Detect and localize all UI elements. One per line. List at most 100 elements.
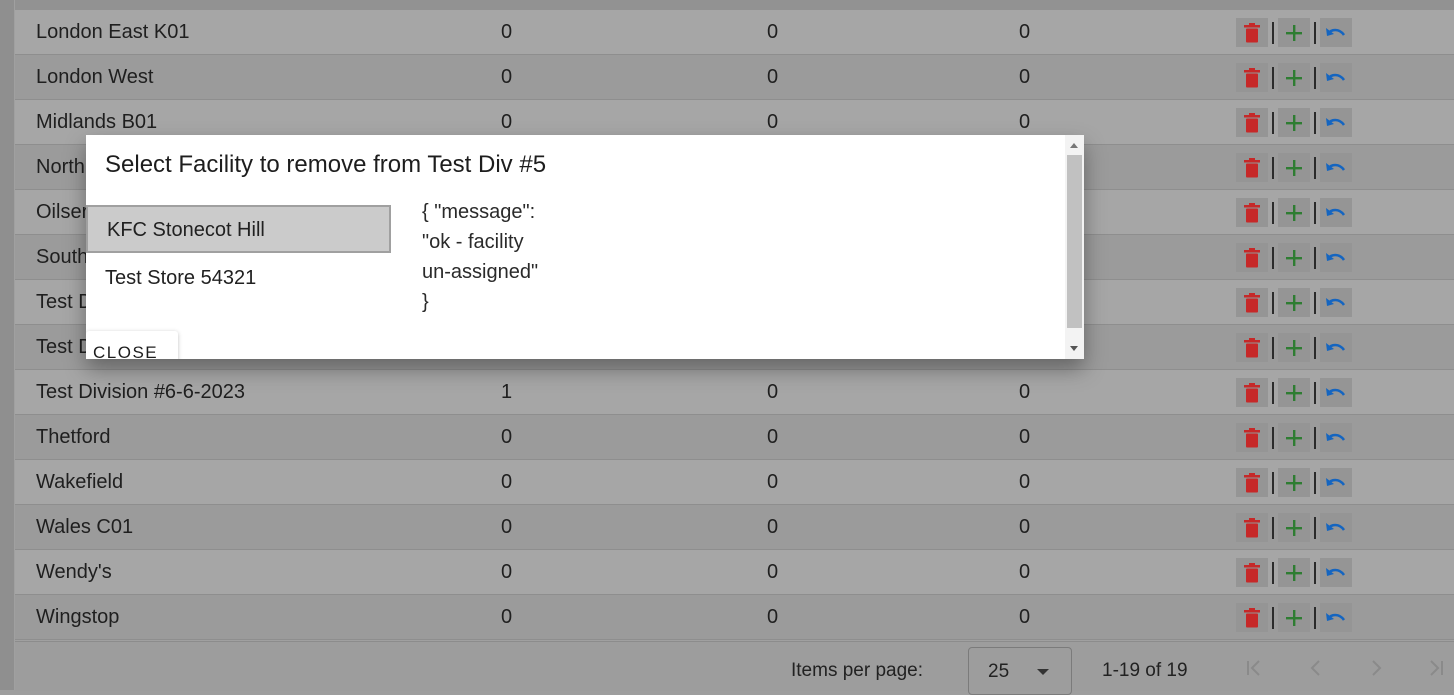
count-cell: 0	[501, 516, 513, 538]
count-cell: 0	[767, 606, 779, 628]
undo-icon	[1326, 612, 1346, 621]
division-name-cell: Wales C01	[36, 516, 134, 538]
table-row: Wales C01 0 0 0	[15, 505, 1454, 550]
plus-icon	[1286, 114, 1302, 131]
add-button[interactable]	[1278, 423, 1310, 452]
trash-icon	[1244, 112, 1260, 132]
scroll-thumb[interactable]	[1067, 155, 1082, 328]
undo-icon	[1326, 297, 1346, 306]
previous-page-icon[interactable]	[1304, 656, 1328, 680]
undo-button[interactable]	[1320, 108, 1352, 137]
undo-button[interactable]	[1320, 513, 1352, 542]
delete-button[interactable]	[1236, 153, 1268, 182]
delete-button[interactable]	[1236, 468, 1268, 497]
undo-button[interactable]	[1320, 288, 1352, 317]
count-cell: 0	[1019, 471, 1031, 493]
delete-button[interactable]	[1236, 423, 1268, 452]
separator	[1272, 246, 1274, 269]
add-button[interactable]	[1278, 288, 1310, 317]
delete-button[interactable]	[1236, 558, 1268, 587]
delete-button[interactable]	[1236, 513, 1268, 542]
add-button[interactable]	[1278, 153, 1310, 182]
separator	[1314, 426, 1316, 449]
undo-button[interactable]	[1320, 243, 1352, 272]
row-actions	[1236, 423, 1352, 452]
facility-option[interactable]: KFC Stonecot Hill	[86, 205, 391, 253]
first-page-icon[interactable]	[1242, 656, 1266, 680]
separator	[1314, 381, 1316, 404]
delete-button[interactable]	[1236, 333, 1268, 362]
trash-icon	[1244, 472, 1260, 492]
scroll-up-arrow-icon[interactable]	[1070, 143, 1078, 148]
row-actions	[1236, 333, 1352, 362]
undo-button[interactable]	[1320, 558, 1352, 587]
plus-icon	[1286, 159, 1302, 176]
count-cell: 0	[1019, 426, 1031, 448]
undo-icon	[1326, 207, 1346, 216]
undo-button[interactable]	[1320, 198, 1352, 227]
separator	[1272, 471, 1274, 494]
dialog-title: Select Facility to remove from Test Div …	[105, 151, 547, 178]
undo-button[interactable]	[1320, 468, 1352, 497]
undo-button[interactable]	[1320, 153, 1352, 182]
plus-icon	[1286, 609, 1302, 626]
delete-button[interactable]	[1236, 243, 1268, 272]
undo-button[interactable]	[1320, 333, 1352, 362]
dialog-scrollbar[interactable]	[1065, 135, 1084, 359]
add-button[interactable]	[1278, 603, 1310, 632]
undo-button[interactable]	[1320, 63, 1352, 92]
page-size-select[interactable]: 25	[968, 647, 1072, 695]
plus-icon	[1286, 474, 1302, 491]
plus-icon	[1286, 564, 1302, 581]
count-cell: 0	[767, 561, 779, 583]
add-button[interactable]	[1278, 243, 1310, 272]
separator	[1272, 381, 1274, 404]
separator	[1272, 201, 1274, 224]
delete-button[interactable]	[1236, 18, 1268, 47]
count-cell: 0	[767, 381, 779, 403]
division-name-cell: Test D	[36, 336, 93, 358]
last-page-icon[interactable]	[1424, 656, 1448, 680]
table-row: Wakefield 0 0 0	[15, 460, 1454, 505]
add-button[interactable]	[1278, 108, 1310, 137]
delete-button[interactable]	[1236, 288, 1268, 317]
undo-icon	[1326, 162, 1346, 171]
undo-icon	[1326, 432, 1346, 441]
separator	[1314, 246, 1316, 269]
add-button[interactable]	[1278, 378, 1310, 407]
undo-button[interactable]	[1320, 378, 1352, 407]
close-button[interactable]: CLOSE	[86, 331, 178, 359]
next-page-icon[interactable]	[1364, 656, 1388, 680]
delete-button[interactable]	[1236, 378, 1268, 407]
division-name-cell: Test D	[36, 291, 93, 313]
plus-icon	[1286, 249, 1302, 266]
delete-button[interactable]	[1236, 108, 1268, 137]
separator	[1314, 66, 1316, 89]
add-button[interactable]	[1278, 333, 1310, 362]
paginator: Items per page: 25 1-19 of 19	[15, 641, 1454, 695]
add-button[interactable]	[1278, 513, 1310, 542]
division-name-cell: Oilser	[36, 201, 89, 223]
add-button[interactable]	[1278, 198, 1310, 227]
facility-option[interactable]: Test Store 54321	[86, 255, 391, 303]
scroll-down-arrow-icon[interactable]	[1070, 346, 1078, 351]
delete-button[interactable]	[1236, 603, 1268, 632]
trash-icon	[1244, 517, 1260, 537]
add-button[interactable]	[1278, 468, 1310, 497]
delete-button[interactable]	[1236, 63, 1268, 92]
separator	[1314, 606, 1316, 629]
delete-button[interactable]	[1236, 198, 1268, 227]
row-actions	[1236, 558, 1352, 587]
undo-button[interactable]	[1320, 423, 1352, 452]
page-size-value: 25	[988, 661, 1010, 682]
separator	[1272, 606, 1274, 629]
separator	[1272, 426, 1274, 449]
add-button[interactable]	[1278, 63, 1310, 92]
division-name-cell: Thetford	[36, 426, 111, 448]
plus-icon	[1286, 519, 1302, 536]
count-cell: 0	[501, 471, 513, 493]
undo-button[interactable]	[1320, 603, 1352, 632]
undo-button[interactable]	[1320, 18, 1352, 47]
add-button[interactable]	[1278, 558, 1310, 587]
add-button[interactable]	[1278, 18, 1310, 47]
